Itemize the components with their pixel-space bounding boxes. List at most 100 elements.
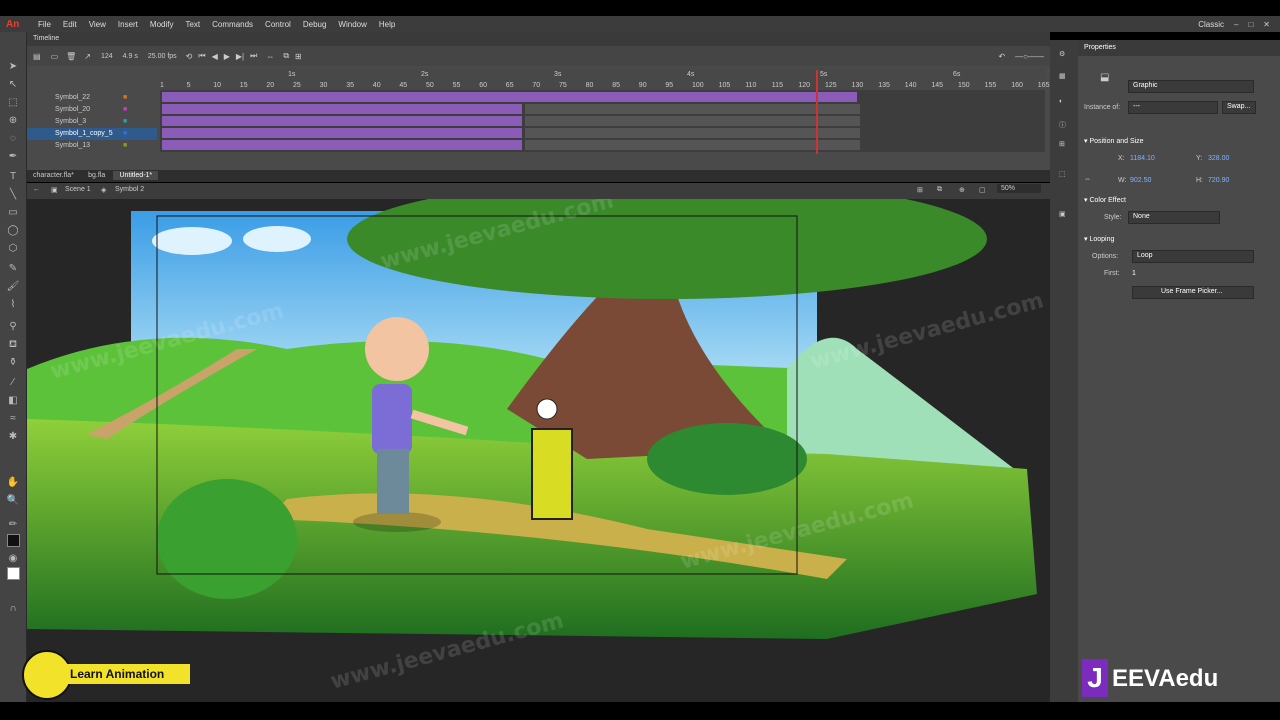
frame-grid[interactable]	[160, 90, 1045, 152]
pen-tool-icon[interactable]: ✒	[5, 150, 21, 164]
h-value[interactable]: 720.90	[1208, 177, 1229, 184]
library-icon[interactable]: ▦	[1059, 72, 1066, 80]
symbol-type-select[interactable]: Graphic	[1128, 80, 1254, 93]
timeline-ruler[interactable]: 1 5 10 15 20 25 30 35 40 45 50 55 60 65 70 75 80 85 90 95 10…	[160, 68, 1049, 90]
playhead[interactable]	[816, 70, 818, 154]
lasso-icon[interactable]: ◌	[5, 132, 21, 146]
rectangle-tool-icon[interactable]: ▭	[5, 206, 21, 220]
edit-multiple-icon[interactable]: ⊞	[292, 52, 305, 61]
menu-debug[interactable]: Debug	[297, 20, 333, 29]
pencil-tool-icon[interactable]: ✎	[5, 262, 21, 276]
properties-title[interactable]: Properties	[1084, 44, 1116, 51]
frame-span[interactable]	[525, 116, 860, 126]
components-icon[interactable]: ▣	[1059, 210, 1066, 218]
tab-bg[interactable]: bg.fla	[82, 171, 111, 180]
frame-rate[interactable]: 25.00 fps	[142, 53, 183, 60]
options-select[interactable]: Loop	[1132, 250, 1254, 263]
workspace-switcher[interactable]: Classic	[1198, 20, 1224, 29]
subselection-tool-icon[interactable]: ↖	[5, 78, 21, 92]
looping-section[interactable]: ▾ Looping	[1084, 235, 1114, 243]
menu-view[interactable]: View	[83, 20, 112, 29]
color-effect-section[interactable]: ▾ Color Effect	[1084, 196, 1126, 204]
selection-tool-icon[interactable]: ➤	[5, 60, 21, 74]
maximize-icon[interactable]: □	[1248, 20, 1253, 29]
stage-size-icon[interactable]: ▢	[979, 186, 986, 194]
minimize-icon[interactable]: –	[1234, 20, 1238, 29]
stage[interactable]: www.jeevaedu.com www.jeevaedu.com www.je…	[27, 199, 1050, 702]
fill-color-icon[interactable]: ◉	[5, 552, 21, 566]
first-value[interactable]: 1	[1132, 270, 1136, 277]
text-tool-icon[interactable]: T	[5, 170, 21, 184]
menu-text[interactable]: Text	[179, 20, 206, 29]
onion-skin-icon[interactable]: ⧉	[280, 51, 292, 61]
stroke-color-icon[interactable]: ✏	[5, 518, 21, 532]
swap-button[interactable]: Swap...	[1222, 101, 1256, 114]
loop-icon[interactable]: ⟲	[183, 52, 196, 61]
last-frame-icon[interactable]: ⏭	[247, 51, 260, 61]
fill-color-swatch[interactable]	[7, 567, 20, 580]
ink-bottle-icon[interactable]: ⚱	[5, 356, 21, 370]
style-select[interactable]: None	[1128, 211, 1220, 224]
layer-row[interactable]: Symbol_20 ■	[27, 104, 157, 116]
timeline-zoom-slider[interactable]: —○——	[1009, 52, 1050, 61]
zoom-select[interactable]: 50%	[997, 184, 1041, 193]
menu-help[interactable]: Help	[373, 20, 401, 29]
paint-brush-icon[interactable]: ⌇	[5, 298, 21, 312]
delete-layer-icon[interactable]: 🗑	[62, 52, 80, 61]
align-icon[interactable]: ⊞	[1059, 140, 1065, 148]
line-tool-icon[interactable]: ╲	[5, 188, 21, 202]
hand-tool-icon[interactable]: ✋	[5, 476, 21, 490]
asset-warp-icon[interactable]: ✱	[5, 430, 21, 444]
tab-character[interactable]: character.fla*	[27, 171, 80, 180]
info-icon[interactable]: ⓘ	[1059, 120, 1066, 130]
layer-row[interactable]: Symbol_22 ■	[27, 92, 157, 104]
tween-span[interactable]	[162, 104, 522, 114]
tween-span[interactable]	[162, 116, 522, 126]
zoom-tool-icon[interactable]: 🔍	[5, 494, 21, 508]
instance-of-field[interactable]: ---	[1128, 101, 1218, 114]
color-icon[interactable]: ◐	[1059, 98, 1063, 105]
fit-icon[interactable]: ⊞	[917, 186, 923, 194]
paint-bucket-icon[interactable]: ⛾	[5, 338, 21, 352]
graph-icon[interactable]: ↗	[80, 52, 95, 61]
prev-frame-icon[interactable]: ◀	[209, 52, 221, 61]
new-folder-icon[interactable]: ▭	[47, 52, 63, 61]
new-layer-icon[interactable]: ▤	[27, 52, 47, 61]
menu-window[interactable]: Window	[332, 20, 372, 29]
layer-row[interactable]: Symbol_3 ■	[27, 116, 157, 128]
3d-rotation-icon[interactable]: ⊕	[5, 114, 21, 128]
tween-span[interactable]	[162, 140, 522, 150]
next-frame-icon[interactable]: ▶|	[233, 52, 247, 61]
menu-insert[interactable]: Insert	[112, 20, 144, 29]
w-value[interactable]: 902.50	[1130, 177, 1151, 184]
menu-edit[interactable]: Edit	[57, 20, 83, 29]
tab-untitled[interactable]: Untitled-1*	[113, 171, 159, 180]
eyedropper-icon[interactable]: ⁄	[5, 376, 21, 390]
lock-ratio-icon[interactable]: ⇔	[1084, 176, 1091, 183]
frame-span[interactable]	[525, 128, 860, 138]
menu-modify[interactable]: Modify	[144, 20, 180, 29]
position-size-section[interactable]: ▾ Position and Size	[1084, 137, 1144, 145]
current-frame[interactable]: 124	[95, 53, 119, 60]
free-transform-icon[interactable]: ⬚	[5, 96, 21, 110]
transform-icon[interactable]: ⬚	[1059, 170, 1066, 178]
tween-span[interactable]	[162, 92, 857, 102]
menu-file[interactable]: File	[32, 20, 57, 29]
breadcrumb-scene[interactable]: Scene 1	[65, 186, 91, 193]
bone-tool-icon[interactable]: ⚲	[5, 320, 21, 334]
center-stage-icon[interactable]: ⊕	[959, 186, 965, 194]
frame-span[interactable]	[525, 104, 860, 114]
x-value[interactable]: 1184.10	[1130, 155, 1155, 162]
tween-span[interactable]	[162, 128, 522, 138]
menu-commands[interactable]: Commands	[206, 20, 259, 29]
breadcrumb-symbol[interactable]: Symbol 2	[115, 186, 144, 193]
play-icon[interactable]: ▶	[221, 52, 233, 61]
timeline-title[interactable]: Timeline	[27, 32, 65, 45]
brush-tool-icon[interactable]: 🖌	[5, 280, 21, 294]
eraser-tool-icon[interactable]: ◧	[5, 394, 21, 408]
layer-row[interactable]: Symbol_13 ■	[27, 140, 157, 152]
back-arrow-icon[interactable]: ←	[33, 186, 40, 193]
undo-icon[interactable]: ↶	[994, 52, 1009, 61]
layer-row-selected[interactable]: Symbol_1_copy_5 ■	[27, 128, 157, 140]
close-icon[interactable]: ✕	[1263, 20, 1270, 29]
